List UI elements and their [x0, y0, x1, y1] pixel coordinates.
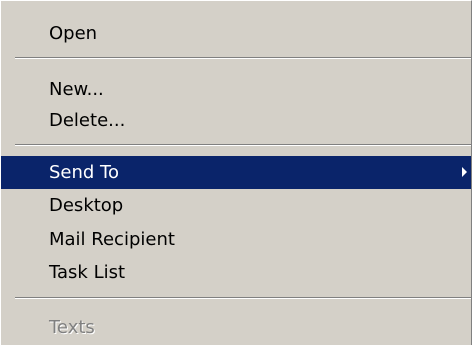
menu-item-label: Delete... — [49, 110, 126, 131]
context-menu: Open New... Delete... Send To Desktop Ma… — [0, 0, 472, 345]
menu-item-texts: Texts — [1, 311, 471, 344]
menu-item-open[interactable]: Open — [1, 17, 471, 50]
menu-item-label: Desktop — [49, 195, 124, 216]
menu-item-label: Texts — [49, 317, 95, 338]
menu-item-label: Task List — [49, 262, 126, 283]
menu-item-send-to[interactable]: Send To — [1, 156, 471, 189]
menu-item-delete[interactable]: Delete... — [1, 104, 471, 137]
menu-item-label: Send To — [49, 162, 120, 183]
menu-item-new[interactable]: New... — [1, 73, 471, 106]
menu-item-label: New... — [49, 79, 104, 100]
submenu-arrow-icon — [462, 167, 467, 177]
menu-item-desktop[interactable]: Desktop — [1, 189, 471, 222]
menu-item-mail-recipient[interactable]: Mail Recipient — [1, 223, 471, 256]
menu-separator — [15, 144, 471, 146]
menu-item-label: Mail Recipient — [49, 229, 175, 250]
menu-item-label: Open — [49, 23, 98, 44]
menu-separator — [15, 57, 471, 59]
menu-separator — [15, 297, 471, 299]
menu-item-task-list[interactable]: Task List — [1, 256, 471, 289]
